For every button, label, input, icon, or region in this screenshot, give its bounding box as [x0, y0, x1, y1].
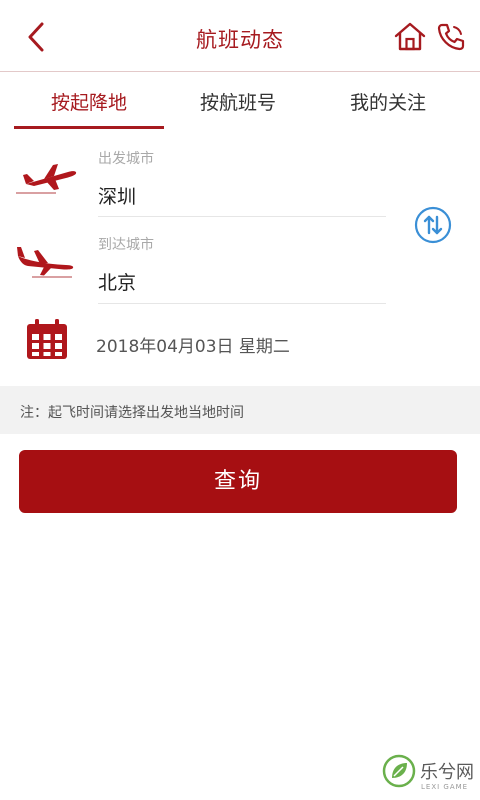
header-bar: 航班动态 — [0, 0, 480, 72]
departure-city-label: 出发城市 — [98, 151, 154, 167]
notice-bar: 注：起飞时间请选择出发地当地时间 — [0, 386, 480, 434]
watermark-text: 乐兮网 — [420, 762, 474, 783]
arrival-city-label: 到达城市 — [98, 237, 154, 253]
plane-takeoff-icon — [16, 164, 77, 194]
divider — [98, 216, 386, 217]
tab-bar: 按起降地 按航班号 我的关注 — [0, 72, 480, 132]
watermark-subtext: LEXI GAME — [421, 783, 469, 791]
home-button[interactable] — [394, 22, 426, 52]
swap-icon — [414, 206, 452, 244]
swap-cities-button[interactable] — [414, 206, 452, 244]
tab-by-flight-number[interactable]: 按航班号 — [163, 72, 313, 132]
arrival-city-value[interactable]: 北京 — [98, 268, 136, 295]
plane-landing-icon — [17, 247, 74, 278]
leaf-logo-icon — [382, 754, 416, 788]
active-tab-indicator — [14, 126, 164, 129]
tab-by-route[interactable]: 按起降地 — [14, 72, 164, 132]
departure-date[interactable]: 2018年04月03日 星期二 — [96, 332, 290, 357]
phone-icon — [437, 23, 465, 51]
phone-button[interactable] — [436, 22, 466, 52]
query-button[interactable]: 查询 — [19, 450, 457, 513]
calendar-icon — [27, 319, 67, 359]
tab-my-follows[interactable]: 我的关注 — [313, 72, 463, 132]
divider — [98, 303, 386, 304]
departure-city-value[interactable]: 深圳 — [98, 182, 136, 209]
home-icon — [394, 22, 426, 51]
notice-text: 注：起飞时间请选择出发地当地时间 — [20, 405, 244, 421]
watermark: 乐兮网 LEXI GAME — [380, 752, 480, 800]
